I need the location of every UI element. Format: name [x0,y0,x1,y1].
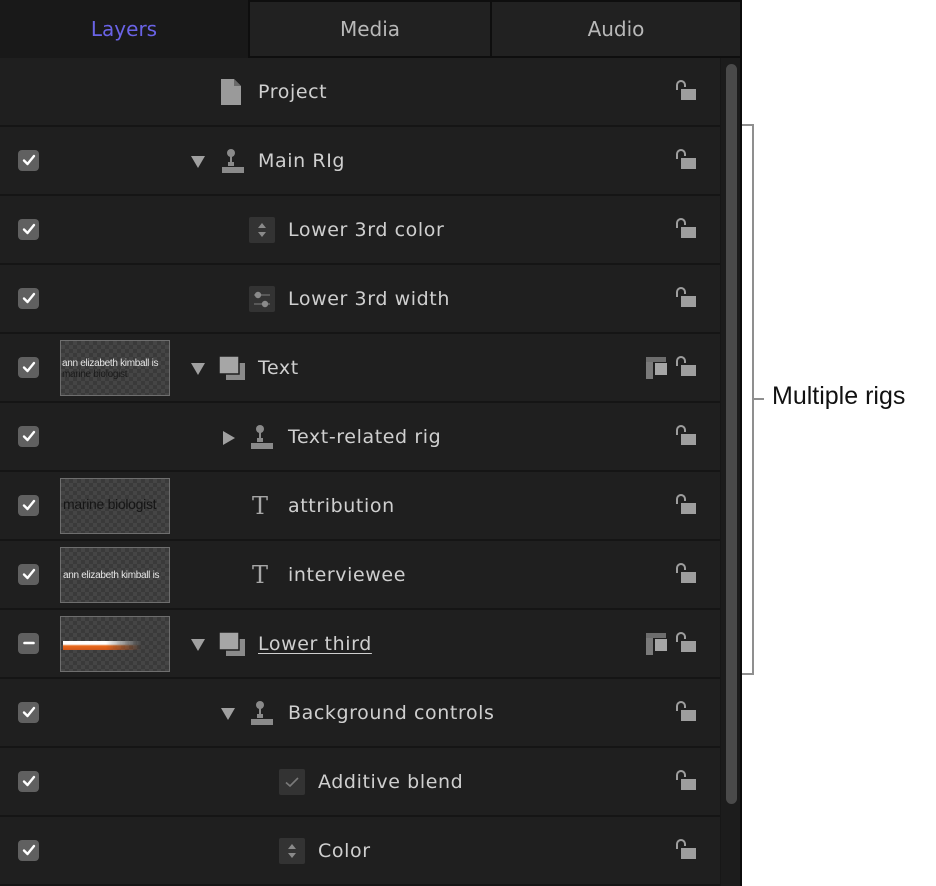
layer-row-attribution[interactable]: marine biologist T attribution [0,472,720,541]
layer-thumbnail: ann elizabeth kimball is marine biologis… [60,339,170,396]
layer-row-background-controls[interactable]: Background controls [0,679,720,748]
callout-label: Multiple rigs [772,382,906,410]
layer-row-main-rig[interactable]: Main RIg [0,127,720,196]
layer-name: Text-related rig [288,425,442,448]
unlock-icon[interactable] [674,217,698,240]
layer-row-color[interactable]: Color [0,817,720,886]
unlock-icon[interactable] [674,286,698,309]
layer-name: Background controls [288,701,495,724]
layer-visibility-checkbox[interactable] [18,494,39,516]
layer-thumbnail: marine biologist [60,477,170,534]
unlock-icon[interactable] [674,700,698,723]
unlock-icon[interactable] [674,148,698,171]
layer-name: Lower 3rd width [288,287,450,310]
disclosure-expanded-icon[interactable] [191,154,205,168]
layer-name: Additive blend [318,770,464,793]
layer-name: Text [258,356,299,379]
thumbnail-text: ann elizabeth kimball is [62,357,159,369]
thumbnail-text: ann elizabeth kimball is [63,569,160,581]
layer-visibility-checkbox[interactable] [18,287,39,309]
checkbox-widget-icon [279,768,305,799]
rig-joystick-icon [250,700,274,730]
layer-visibility-checkbox[interactable] [18,563,39,585]
layer-name: interviewee [288,563,407,586]
rig-joystick-icon [250,424,274,454]
unlock-icon[interactable] [674,631,698,654]
unlock-icon[interactable] [674,562,698,585]
layer-row-lower-3rd-width[interactable]: Lower 3rd width [0,265,720,334]
layers-list: Project Main RIg Lower 3rd color Lower 3… [0,58,720,886]
tab-bar: Layers Media Audio [0,0,740,58]
disclosure-collapsed-icon[interactable] [222,430,236,445]
unlock-icon[interactable] [674,493,698,516]
layers-panel: Layers Media Audio Project Main RIg Lowe… [0,0,742,886]
group-icon [218,354,245,384]
layer-name: attribution [288,494,395,517]
disclosure-expanded-icon[interactable] [221,706,235,720]
layer-visibility-checkbox[interactable] [18,770,39,792]
layer-name: Lower 3rd color [288,218,445,241]
slider-widget-icon [249,285,275,316]
popup-widget-icon [249,216,275,247]
thumbnail-text: marine biologist [62,368,128,380]
text-layer-icon: T [252,560,269,589]
vertical-scrollbar[interactable] [720,58,740,886]
group-badge-icon [646,632,668,655]
layer-visibility-checkbox[interactable] [18,701,39,723]
layer-row-interviewee[interactable]: ann elizabeth kimball is T interviewee [0,541,720,610]
disclosure-expanded-icon[interactable] [191,637,205,651]
layer-visibility-checkbox[interactable] [18,356,39,378]
unlock-icon[interactable] [674,838,698,861]
tab-audio[interactable]: Audio [492,2,740,56]
layer-row-text[interactable]: ann elizabeth kimball is marine biologis… [0,334,720,403]
tab-layers[interactable]: Layers [0,0,248,58]
layer-row-lower-3rd-color[interactable]: Lower 3rd color [0,196,720,265]
unlock-icon[interactable] [674,355,698,378]
layer-visibility-checkbox[interactable] [18,425,39,447]
callout-bracket [742,124,754,675]
unlock-icon[interactable] [674,79,698,102]
layer-name: Lower third [258,632,372,655]
disclosure-expanded-icon[interactable] [191,361,205,375]
rig-joystick-icon [221,148,245,178]
group-icon [218,630,245,660]
layer-visibility-checkbox[interactable] [18,149,39,171]
layer-visibility-checkbox[interactable] [18,839,39,861]
document-icon [221,78,241,109]
layer-row-text-related-rig[interactable]: Text-related rig [0,403,720,472]
popup-widget-icon [279,837,305,868]
text-layer-icon: T [252,491,269,520]
layer-thumbnail: ann elizabeth kimball is [60,546,170,603]
scrollbar-thumb[interactable] [726,64,737,804]
unlock-icon[interactable] [674,769,698,792]
layer-visibility-checkbox-mixed[interactable] [18,632,39,654]
layer-thumbnail [60,615,170,672]
layer-visibility-checkbox[interactable] [18,218,39,240]
tab-media[interactable]: Media [250,2,490,56]
layer-row-project[interactable]: Project [0,58,720,127]
callout-leader-line [754,398,764,400]
layer-row-additive-blend[interactable]: Additive blend [0,748,720,817]
layer-name: Color [318,839,371,862]
thumbnail-orange-bar [63,640,141,650]
layer-row-lower-third[interactable]: Lower third [0,610,720,679]
group-badge-icon [646,356,668,379]
layer-name: Project [258,80,328,103]
layer-name: Main RIg [258,149,346,172]
thumbnail-text: marine biologist [63,495,157,512]
unlock-icon[interactable] [674,424,698,447]
